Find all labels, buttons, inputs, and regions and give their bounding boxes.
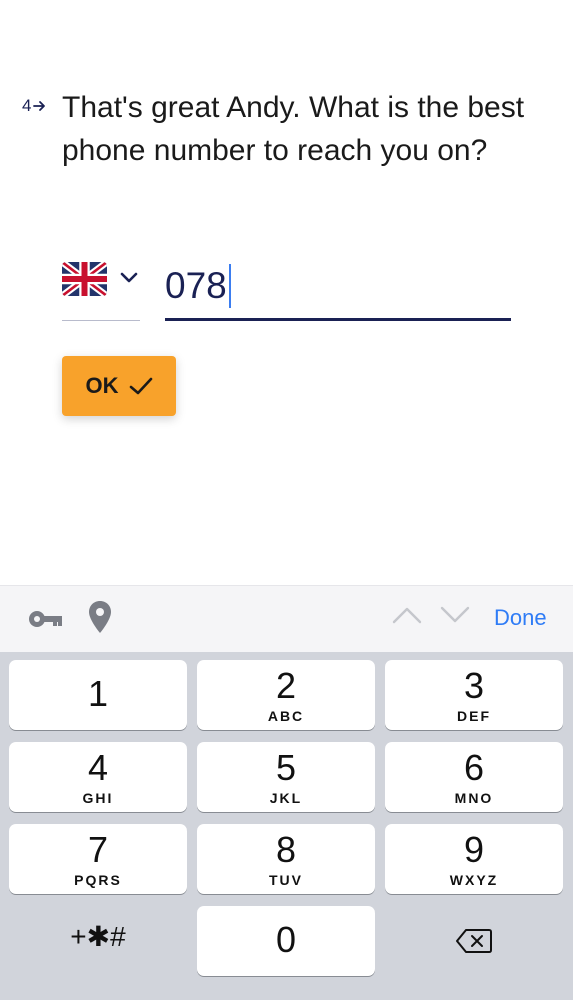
- key-0[interactable]: 0: [197, 906, 375, 976]
- phone-number-input[interactable]: 078: [165, 262, 511, 321]
- backspace-icon: [456, 929, 492, 953]
- uk-flag-icon: [62, 262, 107, 296]
- key-letters: TUV: [269, 872, 303, 888]
- key-2[interactable]: 2 ABC: [197, 660, 375, 730]
- checkmark-icon: [129, 377, 152, 395]
- ok-button-label: OK: [85, 373, 119, 398]
- key-digit: 5: [275, 747, 297, 788]
- key-9[interactable]: 9 WXYZ: [385, 824, 563, 894]
- chevron-down-nav-icon[interactable]: [440, 606, 470, 624]
- chevron-up-icon[interactable]: [392, 606, 422, 624]
- key-letters: WXYZ: [449, 872, 499, 888]
- key-8[interactable]: 8 TUV: [197, 824, 375, 894]
- key-digit: 7: [87, 829, 109, 870]
- key-1[interactable]: 1: [9, 660, 187, 730]
- key-digit: 4: [87, 747, 109, 788]
- key-digit: 8: [275, 829, 297, 870]
- country-code-selector[interactable]: [62, 262, 140, 321]
- chevron-down-icon: [120, 272, 138, 283]
- symbols-key[interactable]: +✱#: [9, 906, 187, 976]
- key-letters: JKL: [269, 790, 303, 806]
- key-digit: 1: [87, 673, 109, 714]
- key-letters: DEF: [457, 708, 491, 724]
- key-digit: 0: [275, 919, 297, 960]
- key-letters: PQRS: [74, 872, 122, 888]
- key-4[interactable]: 4 GHI: [9, 742, 187, 812]
- done-button[interactable]: Done: [494, 605, 547, 631]
- key-digit: 6: [463, 747, 485, 788]
- arrow-right-icon: [33, 101, 46, 111]
- key-6[interactable]: 6 MNO: [385, 742, 563, 812]
- ok-button[interactable]: OK: [62, 356, 176, 416]
- key-letters: ABC: [267, 708, 305, 724]
- key-digit: 9: [463, 829, 485, 870]
- question-number: 4: [22, 96, 47, 116]
- keyboard-toolbar: Done: [0, 585, 573, 653]
- text-cursor: [228, 264, 231, 308]
- key-letters: MNO: [454, 790, 494, 806]
- key-7[interactable]: 7 PQRS: [9, 824, 187, 894]
- key-3[interactable]: 3 DEF: [385, 660, 563, 730]
- delete-key[interactable]: [385, 906, 563, 976]
- key-icon[interactable]: [28, 606, 64, 632]
- phone-number-value: 078: [165, 265, 227, 306]
- key-5[interactable]: 5 JKL: [197, 742, 375, 812]
- key-letters: GHI: [82, 790, 114, 806]
- key-digit: 3: [463, 665, 485, 706]
- question-text: That's great Andy. What is the best phon…: [62, 91, 525, 167]
- location-pin-icon[interactable]: [88, 600, 112, 634]
- question-number-label: 4: [22, 96, 32, 115]
- key-digit: 2: [275, 665, 297, 706]
